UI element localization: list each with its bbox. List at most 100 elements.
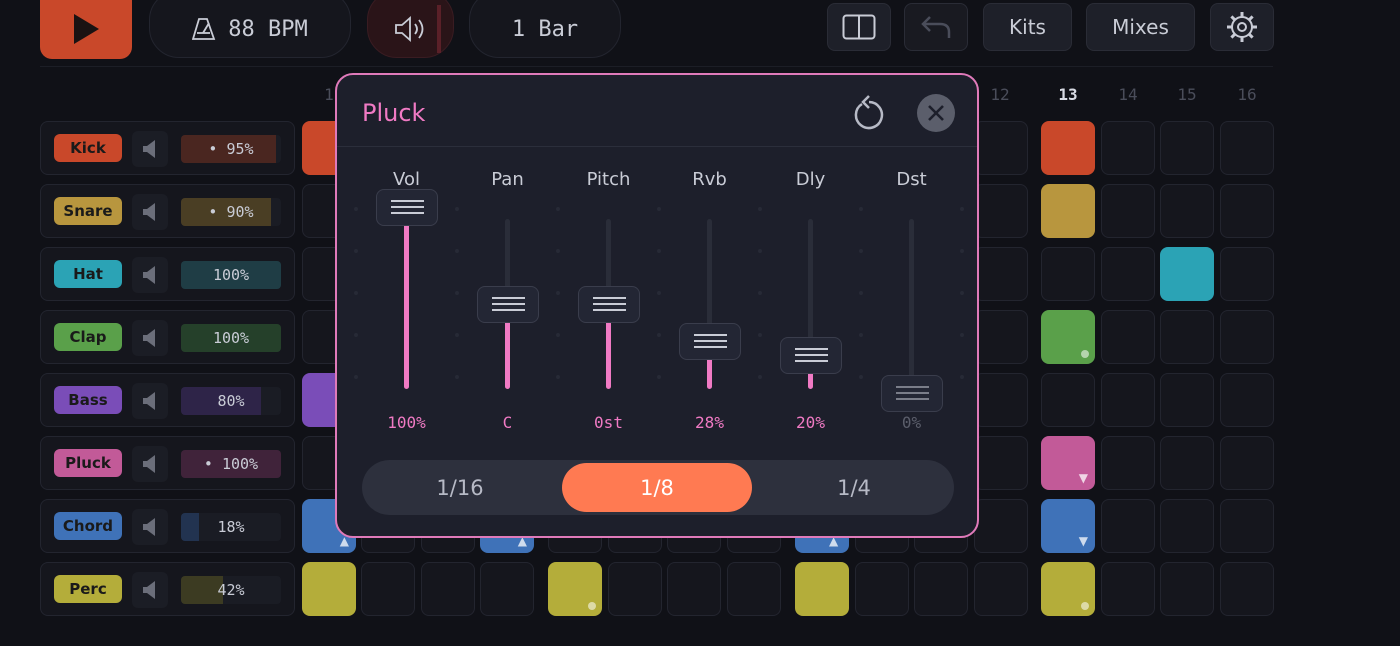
step-cell-on[interactable]	[548, 562, 602, 616]
step-cell[interactable]	[1220, 562, 1274, 616]
kits-button[interactable]: Kits	[983, 3, 1072, 51]
step-cell[interactable]	[1160, 436, 1214, 490]
slider-rvb[interactable]: Rvb 28%	[659, 165, 760, 435]
slider-pan[interactable]: Pan C	[457, 165, 558, 435]
step-cell[interactable]	[1220, 310, 1274, 364]
step-cell[interactable]	[1220, 436, 1274, 490]
slider-pitch[interactable]: Pitch 0st	[558, 165, 659, 435]
bar-length-button[interactable]: 1 Bar	[469, 0, 621, 58]
slider-dst[interactable]: Dst 0%	[861, 165, 962, 435]
step-cell-on[interactable]	[1041, 121, 1095, 175]
reset-button[interactable]	[849, 93, 889, 133]
step-cell[interactable]	[1041, 247, 1095, 301]
tempo-button[interactable]: 88 BPM	[149, 0, 351, 58]
play-button[interactable]	[40, 0, 132, 59]
step-cell[interactable]	[1101, 562, 1155, 616]
step-cell[interactable]	[1101, 247, 1155, 301]
close-button[interactable]	[917, 94, 955, 132]
track-volume-slider[interactable]: 42%	[181, 576, 281, 604]
split-view-button[interactable]	[827, 3, 891, 51]
track-name-button[interactable]: Chord	[54, 512, 122, 540]
track-name-button[interactable]: Bass	[54, 386, 122, 414]
mixes-button[interactable]: Mixes	[1086, 3, 1195, 51]
track-name-button[interactable]: Pluck	[54, 449, 122, 477]
step-cell-on[interactable]	[302, 562, 356, 616]
step-cell[interactable]	[1220, 121, 1274, 175]
step-cell[interactable]	[1160, 499, 1214, 553]
slider-vol[interactable]: Vol 100%	[356, 165, 457, 435]
mute-button[interactable]	[132, 383, 168, 419]
slider-handle[interactable]	[578, 285, 640, 323]
mute-button[interactable]	[132, 194, 168, 230]
track-volume-slider[interactable]: • 100%	[181, 450, 281, 478]
mute-button[interactable]	[132, 320, 168, 356]
slider-handle[interactable]	[780, 336, 842, 374]
step-cell[interactable]	[1160, 310, 1214, 364]
settings-button[interactable]	[1210, 3, 1274, 51]
mute-button[interactable]	[132, 509, 168, 545]
mute-button[interactable]	[132, 257, 168, 293]
step-cell[interactable]	[1160, 562, 1214, 616]
step-cell[interactable]	[1160, 184, 1214, 238]
step-cell[interactable]	[974, 247, 1028, 301]
mute-button[interactable]	[132, 446, 168, 482]
step-cell[interactable]	[974, 436, 1028, 490]
step-cell[interactable]	[1220, 373, 1274, 427]
step-cell[interactable]	[667, 562, 721, 616]
note-length-option[interactable]: 1/4	[758, 463, 950, 512]
step-cell-on[interactable]	[795, 562, 849, 616]
step-cell[interactable]	[974, 373, 1028, 427]
step-cell[interactable]	[608, 562, 662, 616]
track-name-button[interactable]: Snare	[54, 197, 122, 225]
step-cell[interactable]	[974, 121, 1028, 175]
step-cell-on[interactable]: ▼	[1041, 499, 1095, 553]
step-cell[interactable]	[1101, 499, 1155, 553]
step-cell[interactable]	[1160, 373, 1214, 427]
slider-handle[interactable]	[679, 322, 741, 360]
step-cell[interactable]	[855, 562, 909, 616]
step-cell[interactable]	[974, 310, 1028, 364]
note-length-option[interactable]: 1/16	[362, 463, 558, 512]
track-name-button[interactable]: Hat	[54, 260, 122, 288]
track-name-button[interactable]: Clap	[54, 323, 122, 351]
note-length-option-selected[interactable]: 1/8	[562, 463, 752, 512]
track-volume-slider[interactable]: • 95%	[181, 135, 281, 163]
step-cell[interactable]	[974, 499, 1028, 553]
step-cell[interactable]	[1220, 184, 1274, 238]
step-cell-on[interactable]	[1041, 562, 1095, 616]
step-cell[interactable]	[1101, 184, 1155, 238]
step-cell[interactable]	[974, 562, 1028, 616]
track-volume-slider[interactable]: 18%	[181, 513, 281, 541]
step-cell[interactable]	[1220, 247, 1274, 301]
step-cell-on[interactable]	[1041, 310, 1095, 364]
track-name-button[interactable]: Kick	[54, 134, 122, 162]
step-cell[interactable]	[1101, 310, 1155, 364]
step-cell[interactable]	[1041, 373, 1095, 427]
track-volume-slider[interactable]: 100%	[181, 324, 281, 352]
slider-dly[interactable]: Dly 20%	[760, 165, 861, 435]
master-volume-button[interactable]	[367, 0, 454, 58]
track-name-button[interactable]: Perc	[54, 575, 122, 603]
step-cell-on[interactable]	[1041, 184, 1095, 238]
step-cell[interactable]	[480, 562, 534, 616]
slider-handle[interactable]	[477, 285, 539, 323]
step-cell-on[interactable]: ▼	[1041, 436, 1095, 490]
step-cell[interactable]	[1101, 121, 1155, 175]
track-volume-slider[interactable]: 80%	[181, 387, 281, 415]
step-cell[interactable]	[1101, 436, 1155, 490]
step-cell[interactable]	[1220, 499, 1274, 553]
step-cell-on[interactable]	[1160, 247, 1214, 301]
track-volume-slider[interactable]: 100%	[181, 261, 281, 289]
step-cell[interactable]	[361, 562, 415, 616]
track-volume-slider[interactable]: • 90%	[181, 198, 281, 226]
slider-handle[interactable]	[376, 189, 438, 226]
step-cell[interactable]	[1160, 121, 1214, 175]
step-cell[interactable]	[914, 562, 968, 616]
mute-button[interactable]	[132, 572, 168, 608]
step-cell[interactable]	[974, 184, 1028, 238]
slider-handle[interactable]	[881, 375, 943, 412]
undo-button[interactable]	[904, 3, 968, 51]
mute-button[interactable]	[132, 131, 168, 167]
step-cell[interactable]	[1101, 373, 1155, 427]
step-cell[interactable]	[727, 562, 781, 616]
